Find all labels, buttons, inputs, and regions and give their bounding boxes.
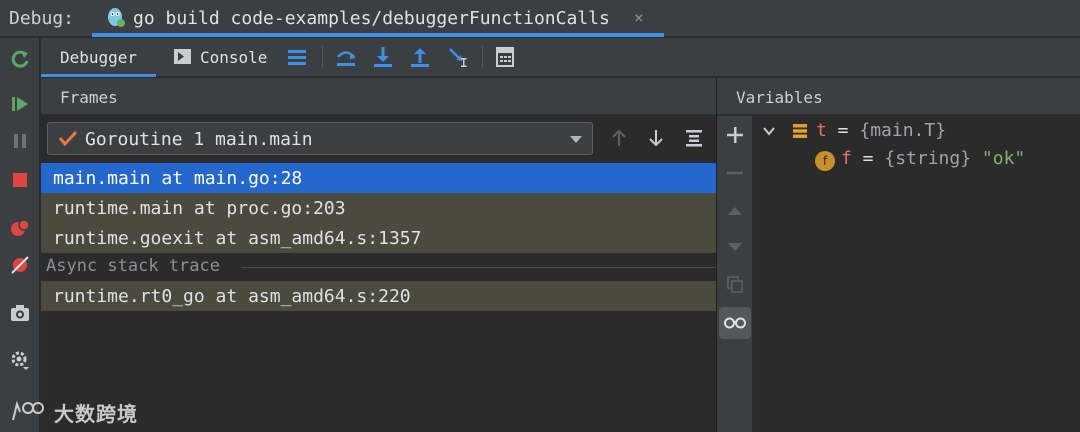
struct-icon (793, 124, 807, 138)
view-breakpoints-icon[interactable] (8, 216, 32, 240)
frames-title: Frames (60, 88, 118, 107)
left-debug-toolbar (0, 38, 40, 432)
variable-name: f (841, 148, 852, 169)
active-tab-underline (92, 33, 664, 37)
frames-panel-header: Frames (41, 78, 717, 115)
copy-icon[interactable] (724, 273, 746, 295)
camera-icon[interactable] (8, 301, 32, 325)
next-frame-icon[interactable] (645, 127, 667, 149)
frame-row[interactable]: runtime.main at proc.go:203 (41, 193, 717, 223)
tab-console-label: Console (200, 48, 268, 67)
filter-frames-icon[interactable] (683, 127, 705, 149)
run-to-cursor-icon[interactable] (447, 46, 469, 68)
variable-type: {string} (884, 148, 982, 169)
chevron-down-icon[interactable] (762, 124, 776, 138)
layout-icon[interactable] (286, 46, 308, 68)
step-into-icon[interactable] (372, 46, 394, 68)
variable-equals: = (851, 148, 885, 169)
settings-icon[interactable] (8, 348, 32, 372)
separator-line (241, 267, 717, 268)
debugger-toolbar: Debugger Console (41, 38, 1080, 77)
step-over-icon[interactable] (335, 46, 357, 68)
glasses-icon[interactable] (719, 307, 751, 339)
frame-row[interactable]: runtime.rt0_go at asm_amd64.s:220 (41, 281, 717, 311)
pause-icon[interactable] (8, 129, 32, 153)
debug-titlebar: Debug: go build code-examples/debuggerFu… (0, 0, 1080, 37)
frame-label: runtime.main at proc.go:203 (53, 198, 346, 219)
frame-label: runtime.goexit at asm_amd64.s:1357 (53, 228, 422, 249)
frame-row[interactable]: main.main at main.go:28 (41, 163, 717, 193)
stop-icon[interactable] (8, 168, 32, 192)
variable-type: {main.T} (859, 120, 947, 141)
toolbar-separator (482, 46, 483, 68)
checkmark-icon (58, 130, 78, 147)
down-icon[interactable] (724, 236, 746, 258)
rerun-icon[interactable] (8, 47, 32, 71)
variables-toolbar (717, 116, 753, 432)
resume-icon[interactable] (8, 92, 32, 116)
tab-debugger-label: Debugger (60, 48, 138, 67)
mute-breakpoints-icon[interactable] (8, 253, 32, 277)
remove-icon[interactable] (724, 162, 746, 184)
toolbar-separator (322, 46, 323, 68)
variable-name: t (816, 120, 827, 141)
goroutine-selected-value: Goroutine 1 main.main (85, 129, 313, 150)
run-configuration-tab[interactable]: go build code-examples/debuggerFunctionC… (92, 0, 664, 37)
variables-panel: t = {main.T} f f = {string} "ok" (754, 116, 1080, 432)
variable-equals: = (826, 120, 860, 141)
frame-row[interactable]: runtime.goexit at asm_amd64.s:1357 (41, 223, 717, 253)
variables-panel-header: Variables (717, 78, 1080, 115)
watermark: 大数跨境 (10, 398, 138, 426)
run-tab-title: go build code-examples/debuggerFunctionC… (133, 8, 610, 29)
console-icon (174, 49, 191, 64)
close-icon[interactable]: × (634, 8, 644, 27)
up-icon[interactable] (724, 200, 746, 222)
variable-value: "ok" (981, 148, 1026, 169)
step-out-icon[interactable] (409, 46, 431, 68)
frame-label: main.main at main.go:28 (53, 168, 303, 189)
go-gopher-icon (108, 8, 125, 27)
async-stack-trace-separator: Async stack trace (41, 256, 717, 278)
variables-title: Variables (736, 88, 823, 107)
frames-panel: Goroutine 1 main.main main.main at main.… (41, 116, 717, 432)
tab-debugger[interactable]: Debugger (41, 38, 156, 77)
debug-label: Debug: (9, 8, 75, 29)
chevron-down-icon (570, 136, 582, 143)
add-icon[interactable] (724, 124, 746, 146)
async-stack-trace-label: Async stack trace (46, 256, 228, 276)
tab-debugger-underline (41, 74, 156, 77)
watermark-logo-icon (12, 400, 44, 421)
previous-frame-icon[interactable] (608, 127, 630, 149)
field-icon: f (815, 151, 835, 171)
goroutine-dropdown[interactable]: Goroutine 1 main.main (47, 122, 593, 155)
evaluate-expression-icon[interactable] (494, 46, 516, 68)
frame-label: runtime.rt0_go at asm_amd64.s:220 (53, 286, 411, 307)
watermark-text: 大数跨境 (54, 401, 138, 426)
